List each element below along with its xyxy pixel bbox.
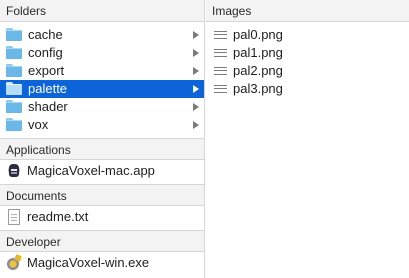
folder-item-export[interactable]: export (0, 62, 204, 80)
document-label: readme.txt (27, 209, 89, 224)
folder-item-cache[interactable]: cache (0, 26, 204, 44)
folder-icon (6, 118, 22, 131)
file-item-pal0[interactable]: pal0.png (206, 26, 409, 44)
chevron-right-icon (193, 49, 199, 57)
developer-item-magicavoxel-win[interactable]: MagicaVoxel-win.exe (0, 252, 204, 274)
chevron-right-icon (193, 103, 199, 111)
image-file-icon (214, 49, 227, 57)
folder-icon (6, 82, 22, 95)
chevron-right-icon (193, 31, 199, 39)
folder-icon (6, 64, 22, 77)
developer-section: Developer MagicaVoxel-win.exe (0, 230, 204, 274)
folder-list: cache config export palette shader vox (0, 22, 204, 134)
developer-label: MagicaVoxel-win.exe (27, 255, 150, 270)
file-label: pal1.png (233, 45, 283, 60)
file-item-pal1[interactable]: pal1.png (206, 44, 409, 62)
folders-header: Folders (0, 0, 204, 22)
documents-section: Documents readme.txt (0, 184, 204, 228)
folder-label: config (28, 45, 63, 60)
folder-icon (6, 100, 22, 113)
documents-header: Documents (0, 184, 204, 206)
applications-header: Applications (0, 138, 204, 160)
images-pane: Images pal0.png pal1.png pal2.png pal3.p… (206, 0, 409, 278)
images-header: Images (206, 0, 409, 22)
exe-gear-icon (6, 255, 22, 271)
folder-label: vox (28, 117, 49, 132)
folder-icon (6, 28, 22, 41)
file-label: pal0.png (233, 27, 283, 42)
folder-label: palette (28, 81, 68, 96)
applications-section: Applications MagicaVoxel-mac.app (0, 138, 204, 182)
folder-item-config[interactable]: config (0, 44, 204, 62)
folder-label: export (28, 63, 65, 78)
document-item-readme[interactable]: readme.txt (0, 206, 204, 228)
image-file-icon (214, 67, 227, 75)
app-item-magicavoxel-mac[interactable]: MagicaVoxel-mac.app (0, 160, 204, 182)
developer-header: Developer (0, 230, 204, 252)
magicavoxel-app-icon (6, 163, 22, 179)
file-label: pal3.png (233, 81, 283, 96)
file-label: pal2.png (233, 63, 283, 78)
text-document-icon (8, 209, 20, 225)
chevron-right-icon (193, 67, 199, 75)
folder-label: cache (28, 27, 63, 42)
image-file-icon (214, 85, 227, 93)
folders-pane: Folders cache config export palette shad… (0, 0, 205, 278)
folder-item-palette[interactable]: palette (0, 80, 204, 98)
folder-item-shader[interactable]: shader (0, 98, 204, 116)
chevron-right-icon (193, 85, 199, 93)
image-file-icon (214, 31, 227, 39)
file-item-pal2[interactable]: pal2.png (206, 62, 409, 80)
chevron-right-icon (193, 121, 199, 129)
app-label: MagicaVoxel-mac.app (27, 163, 155, 178)
file-list: pal0.png pal1.png pal2.png pal3.png (206, 22, 409, 98)
folder-item-vox[interactable]: vox (0, 116, 204, 134)
file-item-pal3[interactable]: pal3.png (206, 80, 409, 98)
folder-icon (6, 46, 22, 59)
folder-label: shader (28, 99, 68, 114)
